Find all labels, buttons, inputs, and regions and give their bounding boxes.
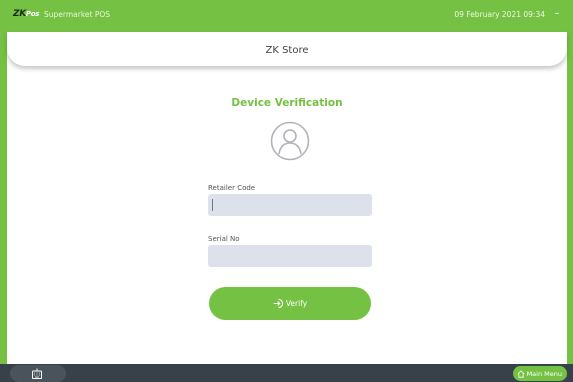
left-border <box>0 0 7 382</box>
store-header: ZK Store <box>7 32 567 66</box>
right-border <box>567 0 573 382</box>
page-title: Device Verification <box>231 97 343 109</box>
retailer-code-input[interactable] <box>208 194 372 216</box>
zkpos-logo: ZKPos <box>13 9 39 19</box>
main-menu-button[interactable]: Main Menu <box>512 366 567 381</box>
retailer-code-label: Retailer Code <box>208 184 256 192</box>
datetime-display: 09 February 2021 09:34 <box>454 10 545 19</box>
serial-no-input[interactable] <box>208 245 372 267</box>
logo-sub: Pos <box>25 10 40 18</box>
user-avatar-icon <box>270 121 310 161</box>
verify-button[interactable]: Verify <box>209 287 371 320</box>
serial-no-label: Serial No <box>208 235 240 243</box>
keyboard-icon <box>32 368 42 379</box>
verify-button-label: Verify <box>285 299 308 308</box>
login-arrow-icon <box>273 298 283 309</box>
verification-panel: Device Verification Retailer Code Serial… <box>7 66 567 364</box>
text-caret <box>212 199 213 211</box>
logo-main: ZK <box>13 9 26 19</box>
app-window: ZKPos Supermarket POS 09 February 2021 0… <box>0 0 573 382</box>
app-title: Supermarket POS <box>44 10 111 19</box>
store-name: ZK Store <box>265 45 309 56</box>
top-bar: ZKPos Supermarket POS 09 February 2021 0… <box>0 0 573 32</box>
keyboard-toggle[interactable] <box>10 365 66 382</box>
home-icon <box>517 369 525 378</box>
minimize-button[interactable]: – <box>552 8 562 20</box>
main-menu-label: Main Menu <box>526 369 562 378</box>
bottom-bar: Main Menu <box>0 364 573 382</box>
